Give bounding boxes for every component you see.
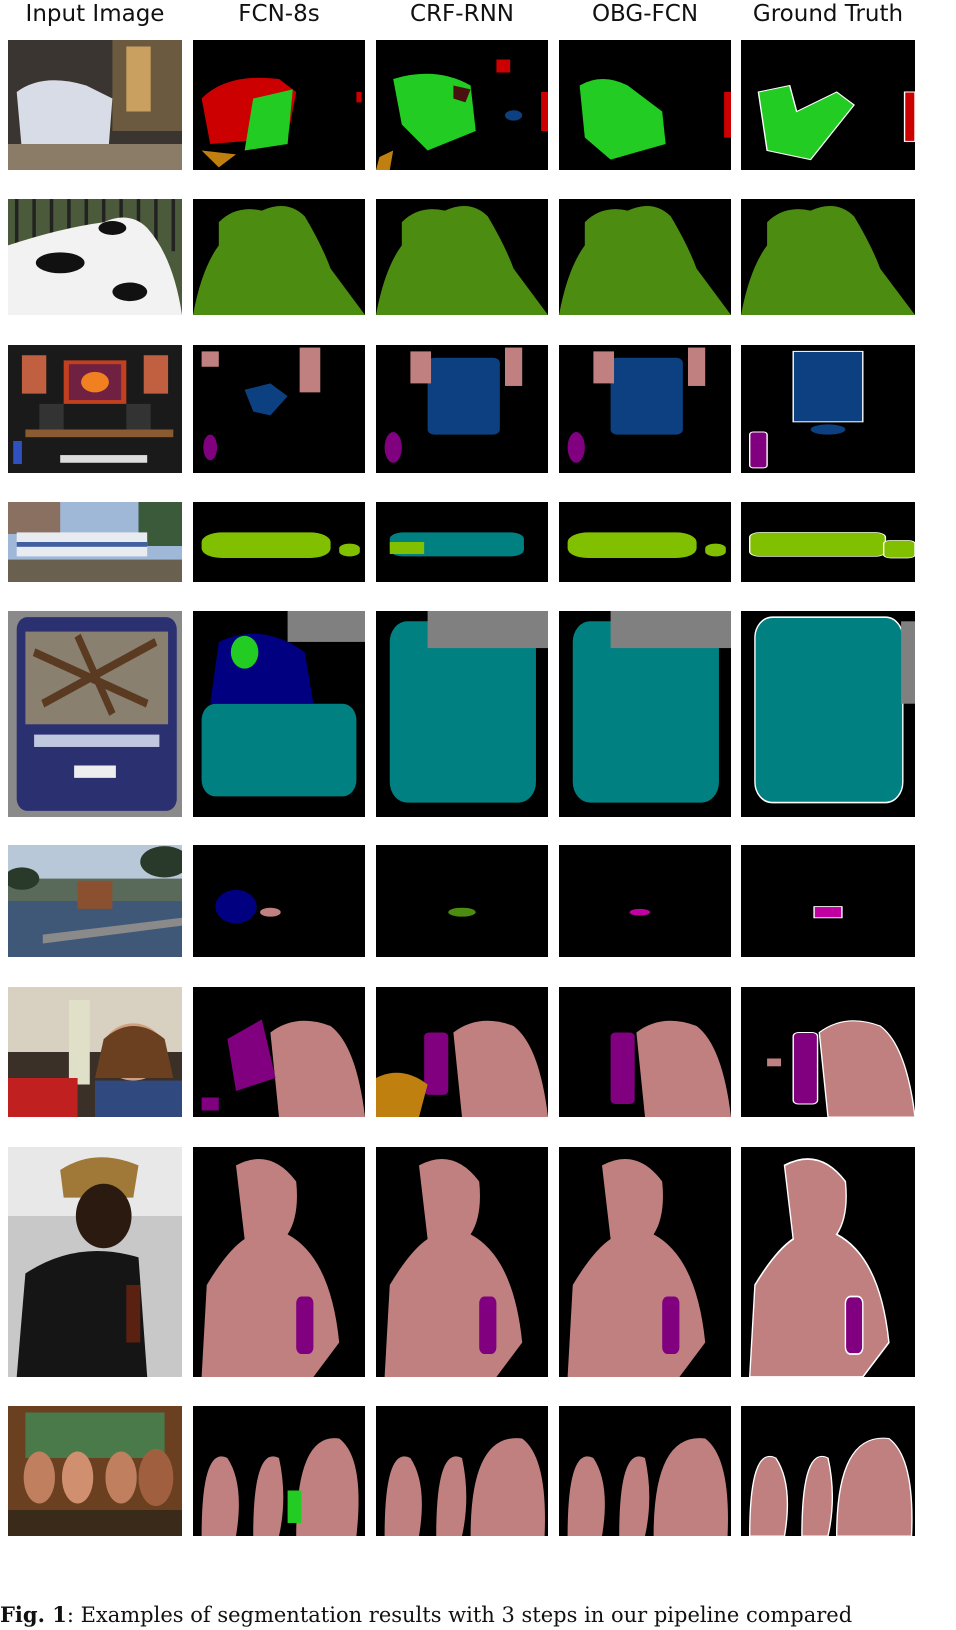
figure-row [0, 611, 956, 817]
ground-truth-mask [741, 1147, 915, 1377]
crf-rnn-mask [376, 199, 548, 315]
obg-fcn-mask [559, 345, 731, 473]
fcn-8s-mask [193, 40, 365, 170]
input-image [8, 1406, 182, 1536]
ground-truth-mask [741, 1406, 915, 1536]
caption-colon: : [66, 1603, 81, 1627]
fcn-8s-mask [193, 1147, 365, 1377]
crf-rnn-mask [376, 987, 548, 1117]
obg-fcn-mask [559, 845, 731, 957]
obg-fcn-mask [559, 1147, 731, 1377]
crf-rnn-mask [376, 1147, 548, 1377]
fcn-8s-mask [193, 502, 365, 582]
ground-truth-mask [741, 987, 915, 1117]
crf-rnn-mask [376, 502, 548, 582]
ground-truth-mask [741, 345, 915, 473]
caption-text: Examples of segmentation results with 3 … [80, 1603, 853, 1627]
fcn-8s-mask [193, 345, 365, 473]
fcn-8s-mask [193, 1406, 365, 1536]
ground-truth-mask [741, 40, 915, 170]
fcn-8s-mask [193, 845, 365, 957]
figure-row [0, 987, 956, 1117]
input-image [8, 502, 182, 582]
ground-truth-mask [741, 502, 915, 582]
input-image [8, 845, 182, 957]
column-header-obg-fcn: OBG-FCN [591, 1, 699, 27]
ground-truth-mask [741, 611, 915, 817]
input-image [8, 199, 182, 315]
obg-fcn-mask [559, 1406, 731, 1536]
figure-row [0, 40, 956, 170]
input-image [8, 40, 182, 170]
obg-fcn-mask [559, 502, 731, 582]
crf-rnn-mask [376, 845, 548, 957]
column-header-ground-truth: Ground Truth [752, 1, 904, 27]
fcn-8s-mask [193, 611, 365, 817]
obg-fcn-mask [559, 199, 731, 315]
column-header-input-image: Input Image [25, 1, 165, 27]
fcn-8s-mask [193, 987, 365, 1117]
obg-fcn-mask [559, 611, 731, 817]
caption-label: Fig. 1 [0, 1602, 67, 1627]
input-image [8, 1147, 182, 1377]
figure-row [0, 345, 956, 473]
figure-row [0, 1406, 956, 1536]
obg-fcn-mask [559, 987, 731, 1117]
column-header-fcn-8s: FCN-8s [238, 1, 320, 27]
crf-rnn-mask [376, 1406, 548, 1536]
obg-fcn-mask [559, 40, 731, 170]
input-image [8, 345, 182, 473]
ground-truth-mask [741, 845, 915, 957]
input-image [8, 987, 182, 1117]
ground-truth-mask [741, 199, 915, 315]
crf-rnn-mask [376, 40, 548, 170]
figure-row [0, 845, 956, 957]
figure-row [0, 199, 956, 315]
figure-row [0, 1147, 956, 1377]
figure-row [0, 502, 956, 582]
figure-caption: Fig. 1: Examples of segmentation results… [0, 1600, 956, 1630]
crf-rnn-mask [376, 611, 548, 817]
input-image [8, 611, 182, 817]
crf-rnn-mask [376, 345, 548, 473]
column-header-crf-rnn: CRF-RNN [410, 1, 514, 27]
fcn-8s-mask [193, 199, 365, 315]
